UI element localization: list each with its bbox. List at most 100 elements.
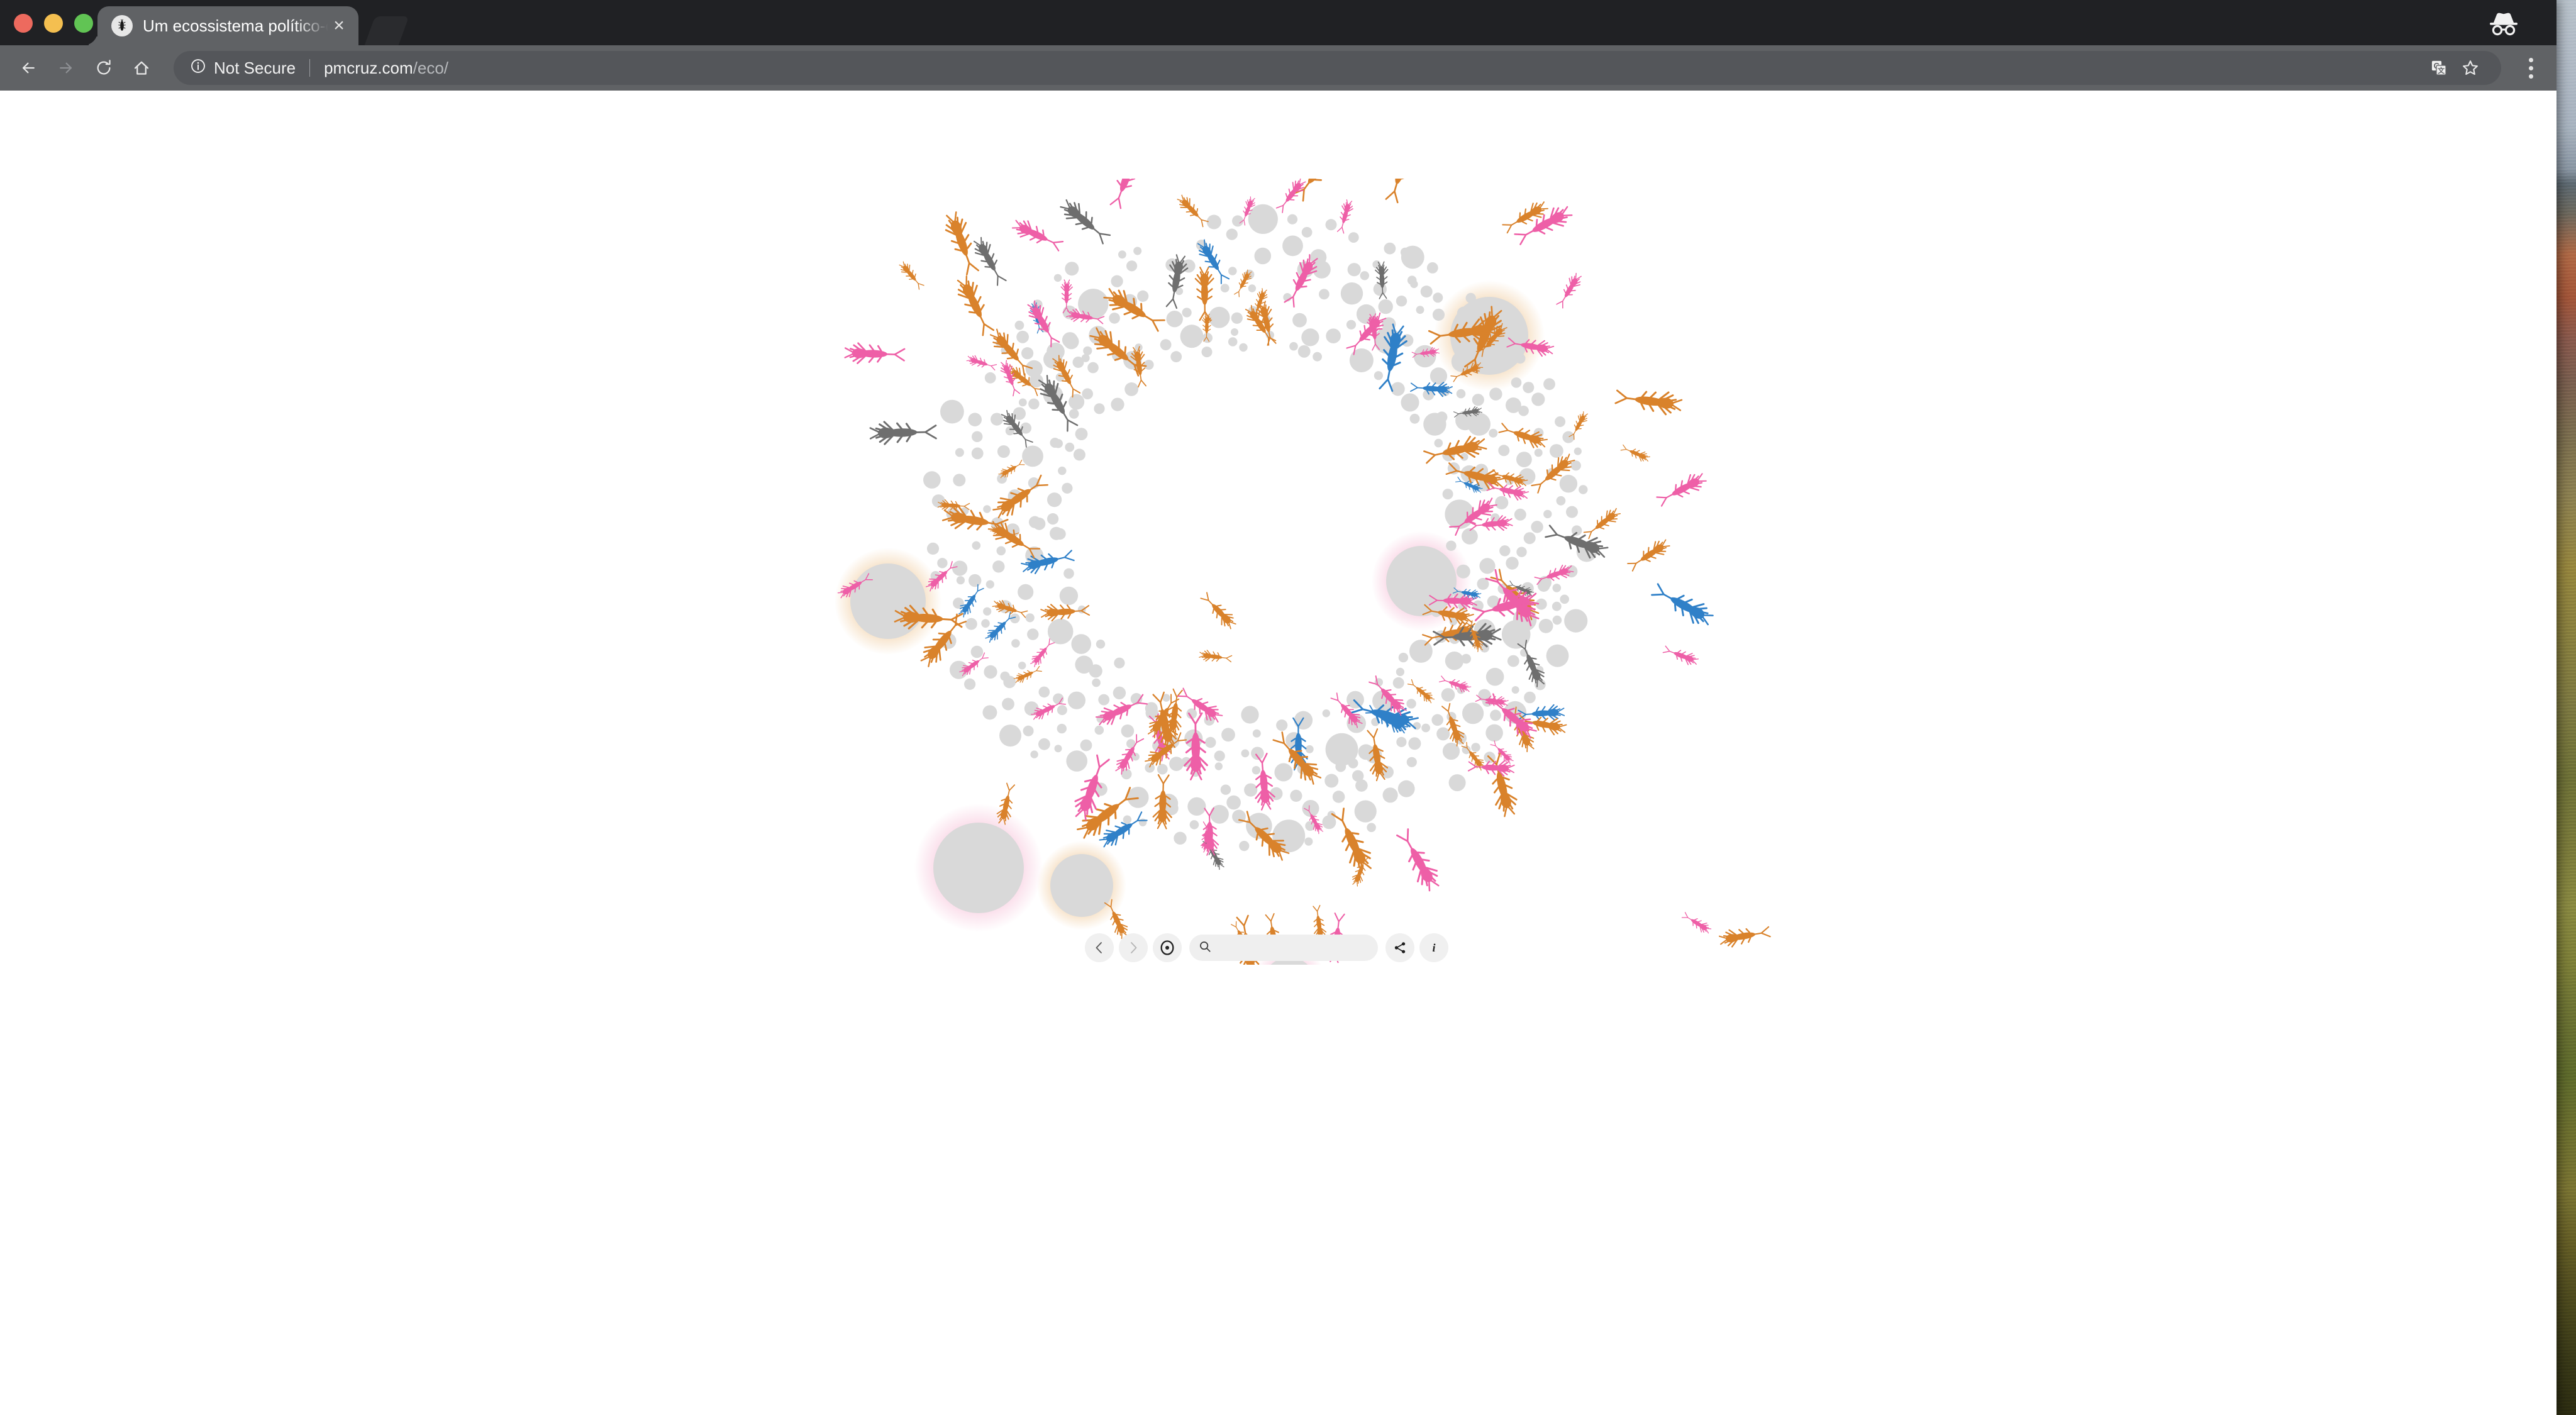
node-circle[interactable] xyxy=(1094,725,1104,735)
node-circle[interactable] xyxy=(1461,653,1471,664)
node-circle-highlighted[interactable] xyxy=(850,563,926,639)
node-circle[interactable] xyxy=(1047,618,1074,645)
node-circle[interactable] xyxy=(1174,831,1187,845)
node-circle[interactable] xyxy=(1400,247,1410,257)
node-circle[interactable] xyxy=(1145,706,1158,719)
node-circle[interactable] xyxy=(1396,667,1404,676)
node-circle[interactable] xyxy=(1516,452,1532,467)
node-circle[interactable] xyxy=(1113,686,1126,699)
bug-glyph[interactable] xyxy=(1625,536,1673,575)
bug-glyph[interactable] xyxy=(1012,663,1043,685)
home-icon[interactable] xyxy=(125,51,158,85)
node-circle[interactable] xyxy=(1081,353,1090,362)
node-circle[interactable] xyxy=(1111,397,1124,411)
node-circle[interactable] xyxy=(1018,584,1034,601)
node-circle[interactable] xyxy=(1027,628,1039,640)
bug-glyph[interactable] xyxy=(1009,215,1065,255)
node-circle[interactable] xyxy=(1397,780,1415,797)
search-field[interactable] xyxy=(1189,935,1378,961)
target-icon[interactable] xyxy=(1153,933,1182,962)
node-circle[interactable] xyxy=(1210,804,1229,824)
bug-glyph[interactable] xyxy=(1567,409,1591,441)
node-circle[interactable] xyxy=(1075,655,1093,674)
node-circle[interactable] xyxy=(1396,296,1407,307)
next-button[interactable] xyxy=(1119,933,1148,962)
node-circle[interactable] xyxy=(1143,360,1154,370)
node-circle[interactable] xyxy=(940,399,964,424)
bug-glyph[interactable] xyxy=(1380,179,1420,205)
node-circle[interactable] xyxy=(1523,532,1536,545)
node-circle[interactable] xyxy=(1441,688,1455,702)
bug-glyph[interactable] xyxy=(1175,684,1226,726)
close-tab-button[interactable]: × xyxy=(328,15,350,36)
node-circle[interactable] xyxy=(1313,260,1331,279)
node-circle[interactable] xyxy=(1057,723,1067,734)
node-circle[interactable] xyxy=(956,576,965,585)
node-circle[interactable] xyxy=(1406,757,1417,767)
search-input[interactable] xyxy=(1217,941,1372,955)
node-circle[interactable] xyxy=(1274,763,1293,782)
node-circle[interactable] xyxy=(1206,214,1221,230)
node-circle[interactable] xyxy=(1495,496,1509,509)
bug-glyph[interactable] xyxy=(997,458,1026,480)
node-circle[interactable] xyxy=(1555,416,1566,427)
node-circle[interactable] xyxy=(1432,308,1445,321)
node-circle[interactable] xyxy=(1579,485,1588,494)
three-dots-icon[interactable] xyxy=(2516,51,2545,85)
node-circle[interactable] xyxy=(1075,428,1088,440)
node-circle[interactable] xyxy=(1066,750,1087,772)
node-circle[interactable] xyxy=(1566,506,1578,518)
node-circle[interactable] xyxy=(1471,743,1480,752)
node-circle[interactable] xyxy=(1289,341,1298,351)
node-circle[interactable] xyxy=(1189,820,1199,830)
bug-glyph[interactable] xyxy=(1335,198,1355,235)
node-circle[interactable] xyxy=(1538,619,1553,633)
url-text[interactable]: pmcruz.com /eco/ xyxy=(324,58,448,78)
node-circle[interactable] xyxy=(1282,235,1303,257)
node-circle[interactable] xyxy=(1518,406,1529,416)
node-circle[interactable] xyxy=(992,560,1005,573)
node-circle[interactable] xyxy=(1319,289,1330,300)
bug-glyph[interactable] xyxy=(965,353,998,373)
bug-glyph[interactable] xyxy=(991,597,1029,621)
bug-glyph[interactable] xyxy=(952,273,999,338)
node-circle[interactable] xyxy=(1118,250,1126,259)
node-circle[interactable] xyxy=(1058,466,1067,475)
node-circle[interactable] xyxy=(1456,564,1470,579)
node-circle[interactable] xyxy=(1294,711,1313,730)
node-circle[interactable] xyxy=(1448,774,1466,792)
node-circle[interactable] xyxy=(1534,448,1543,457)
node-circle[interactable] xyxy=(1087,362,1099,374)
node-circle[interactable] xyxy=(1018,398,1027,407)
node-circle[interactable] xyxy=(1349,348,1374,372)
node-circle[interactable] xyxy=(997,445,1010,458)
address-bar[interactable]: Not Secure pmcruz.com /eco/ G 文 xyxy=(174,51,2501,85)
node-circle[interactable] xyxy=(1231,312,1243,324)
node-circle[interactable] xyxy=(964,678,976,690)
node-circle[interactable] xyxy=(1287,214,1298,225)
node-circle[interactable] xyxy=(968,413,982,426)
node-circle[interactable] xyxy=(1244,783,1258,797)
node-circle[interactable] xyxy=(1571,525,1582,536)
node-circle[interactable] xyxy=(1065,262,1079,276)
node-circle[interactable] xyxy=(1409,413,1420,424)
node-circle[interactable] xyxy=(1346,319,1357,330)
node-circle[interactable] xyxy=(970,645,984,658)
node-circle[interactable] xyxy=(1421,723,1430,733)
node-circle[interactable] xyxy=(1232,215,1243,227)
node-circle[interactable] xyxy=(1028,398,1040,409)
node-circle[interactable] xyxy=(1030,750,1038,758)
node-circle[interactable] xyxy=(1325,219,1337,231)
node-circle[interactable] xyxy=(1220,784,1231,795)
node-circle[interactable] xyxy=(1018,662,1026,670)
node-circle[interactable] xyxy=(1352,770,1364,782)
bug-glyph[interactable] xyxy=(843,341,906,366)
star-icon[interactable] xyxy=(2456,53,2485,82)
node-circle[interactable] xyxy=(1304,837,1313,846)
node-circle[interactable] xyxy=(1205,736,1216,748)
node-circle[interactable] xyxy=(1022,445,1043,467)
node-circle[interactable] xyxy=(1407,275,1417,285)
node-circle[interactable] xyxy=(1433,292,1443,303)
node-circle[interactable] xyxy=(1559,475,1578,493)
node-circle[interactable] xyxy=(1485,724,1503,742)
